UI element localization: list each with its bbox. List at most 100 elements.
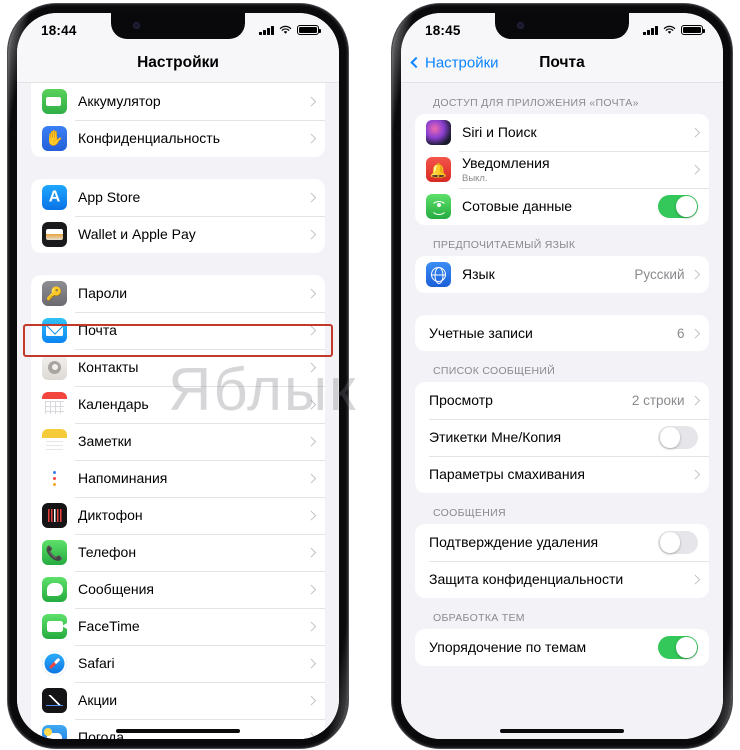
back-button[interactable]: Настройки	[410, 54, 499, 71]
list-item-notifications[interactable]: 🔔 Уведомления Выкл.	[415, 151, 709, 188]
chevron-right-icon	[306, 510, 316, 521]
list-item-privacy[interactable]: ✋ Конфиденциальность	[31, 120, 325, 157]
screenshot-stage: Яблык 18:44 Настройки Аккумулятор ✋ Конф…	[0, 0, 740, 750]
ask-before-deleting-toggle[interactable]	[658, 530, 698, 555]
right-navbar: Настройки Почта	[401, 43, 723, 83]
left-phone-screen: 18:44 Настройки Аккумулятор ✋ Конфиденци…	[17, 13, 339, 739]
chevron-right-icon	[306, 362, 316, 373]
list-item-notes[interactable]: Заметки	[31, 423, 325, 460]
privacy-hand-icon: ✋	[42, 126, 67, 151]
voice-memos-icon	[42, 503, 67, 528]
left-navbar: Настройки	[17, 43, 339, 83]
chevron-right-icon	[306, 288, 316, 299]
siri-icon	[426, 120, 451, 145]
front-camera-icon	[517, 22, 524, 29]
to-cc-labels-toggle[interactable]	[658, 425, 698, 450]
list-item-to-cc-labels[interactable]: Этикетки Мне/Копия	[415, 419, 709, 456]
list-item-privacy-protection[interactable]: Защита конфиденциальности	[415, 561, 709, 598]
back-button-label: Настройки	[425, 54, 499, 71]
right-phone-screen: 18:45 Настройки Почта ДОСТУП ДЛЯ ПРИЛОЖЕ…	[401, 13, 723, 739]
list-item-label: Сообщения	[78, 581, 154, 598]
chevron-right-icon	[306, 658, 316, 669]
mail-settings-list[interactable]: ДОСТУП ДЛЯ ПРИЛОЖЕНИЯ «ПОЧТА» Siri и Пои…	[401, 83, 723, 739]
cellular-data-toggle[interactable]	[658, 194, 698, 219]
list-item-contacts[interactable]: Контакты	[31, 349, 325, 386]
list-item-label: Аккумулятор	[78, 93, 161, 110]
notch	[111, 13, 245, 39]
status-clock: 18:44	[41, 22, 77, 38]
settings-group-apps: 🔑 Пароли Почта Контакты Календарь Заметк…	[31, 275, 325, 739]
calendar-icon	[42, 392, 67, 417]
battery-icon	[297, 24, 321, 36]
list-item-battery[interactable]: Аккумулятор	[31, 83, 325, 120]
notes-icon	[42, 429, 67, 454]
list-item-organize-by-thread[interactable]: Упорядочение по темам	[415, 629, 709, 666]
list-item-label: Просмотр	[429, 392, 493, 409]
list-item-label: Диктофон	[78, 507, 143, 524]
list-item-label: Телефон	[78, 544, 137, 561]
notifications-bell-icon: 🔔	[426, 157, 451, 182]
organize-by-thread-toggle[interactable]	[658, 635, 698, 660]
chevron-right-icon	[690, 574, 700, 585]
list-item-phone[interactable]: 📞 Телефон	[31, 534, 325, 571]
chevron-right-icon	[306, 584, 316, 595]
weather-icon	[42, 725, 67, 739]
list-item-label: Safari	[78, 655, 115, 672]
phone-icon: 📞	[42, 540, 67, 565]
list-item-value: Русский	[634, 267, 685, 282]
settings-group-message-list: Просмотр 2 строки Этикетки Мне/Копия Пар…	[415, 382, 709, 493]
battery-icon	[681, 24, 705, 36]
contacts-icon	[42, 355, 67, 380]
list-item-label: Сотовые данные	[462, 198, 573, 215]
reminders-icon	[42, 466, 67, 491]
list-item-ask-before-deleting[interactable]: Подтверждение удаления	[415, 524, 709, 561]
list-item-stocks[interactable]: Акции	[31, 682, 325, 719]
list-item-cellular-data[interactable]: Сотовые данные	[415, 188, 709, 225]
chevron-right-icon	[690, 328, 700, 338]
list-item-mail[interactable]: Почта	[31, 312, 325, 349]
list-item-messages[interactable]: Сообщения	[31, 571, 325, 608]
page-title: Почта	[539, 53, 585, 71]
list-item-label: Пароли	[78, 285, 128, 302]
app-store-icon: A	[42, 185, 67, 210]
list-item-label: Акции	[78, 692, 118, 709]
chevron-right-icon	[690, 395, 700, 406]
cellular-data-icon	[426, 194, 451, 219]
list-item-label: Почта	[78, 322, 117, 339]
settings-group-access: Siri и Поиск 🔔 Уведомления Выкл. Сотовые…	[415, 114, 709, 225]
list-item-siri-search[interactable]: Siri и Поиск	[415, 114, 709, 151]
list-item-label: Wallet и Apple Pay	[78, 226, 196, 243]
passwords-key-icon: 🔑	[42, 281, 67, 306]
list-item-passwords[interactable]: 🔑 Пароли	[31, 275, 325, 312]
list-item-safari[interactable]: Safari	[31, 645, 325, 682]
list-item-label: Конфиденциальность	[78, 130, 221, 147]
list-item-calendar[interactable]: Календарь	[31, 386, 325, 423]
cellular-bars-icon	[643, 25, 658, 35]
settings-group-system: Аккумулятор ✋ Конфиденциальность	[31, 83, 325, 157]
home-indicator	[500, 728, 624, 733]
list-item-accounts[interactable]: Учетные записи 6	[415, 315, 709, 351]
list-item-app-store[interactable]: A App Store	[31, 179, 325, 216]
settings-group-language: Язык Русский	[415, 256, 709, 293]
settings-group-messages: Подтверждение удаления Защита конфиденци…	[415, 524, 709, 598]
chevron-right-icon	[306, 133, 316, 144]
messages-icon	[42, 577, 67, 602]
list-item-voice-memos[interactable]: Диктофон	[31, 497, 325, 534]
list-item-facetime[interactable]: FaceTime	[31, 608, 325, 645]
list-item-reminders[interactable]: Напоминания	[31, 460, 325, 497]
list-item-swipe-options[interactable]: Параметры смахивания	[415, 456, 709, 493]
left-phone-device: 18:44 Настройки Аккумулятор ✋ Конфиденци…	[8, 4, 348, 748]
list-item-label: FaceTime	[78, 618, 140, 635]
list-item-language[interactable]: Язык Русский	[415, 256, 709, 293]
list-item-preview[interactable]: Просмотр 2 строки	[415, 382, 709, 419]
list-item-label: Siri и Поиск	[462, 124, 537, 141]
settings-group-accounts: Учетные записи 6	[415, 315, 709, 351]
status-icons	[643, 24, 705, 36]
chevron-left-icon	[410, 56, 422, 69]
chevron-right-icon	[306, 229, 316, 240]
list-item-wallet[interactable]: Wallet и Apple Pay	[31, 216, 325, 253]
left-settings-list[interactable]: Аккумулятор ✋ Конфиденциальность A App S…	[17, 83, 339, 739]
section-header-message-list: СПИСОК СООБЩЕНИЙ	[433, 365, 556, 377]
